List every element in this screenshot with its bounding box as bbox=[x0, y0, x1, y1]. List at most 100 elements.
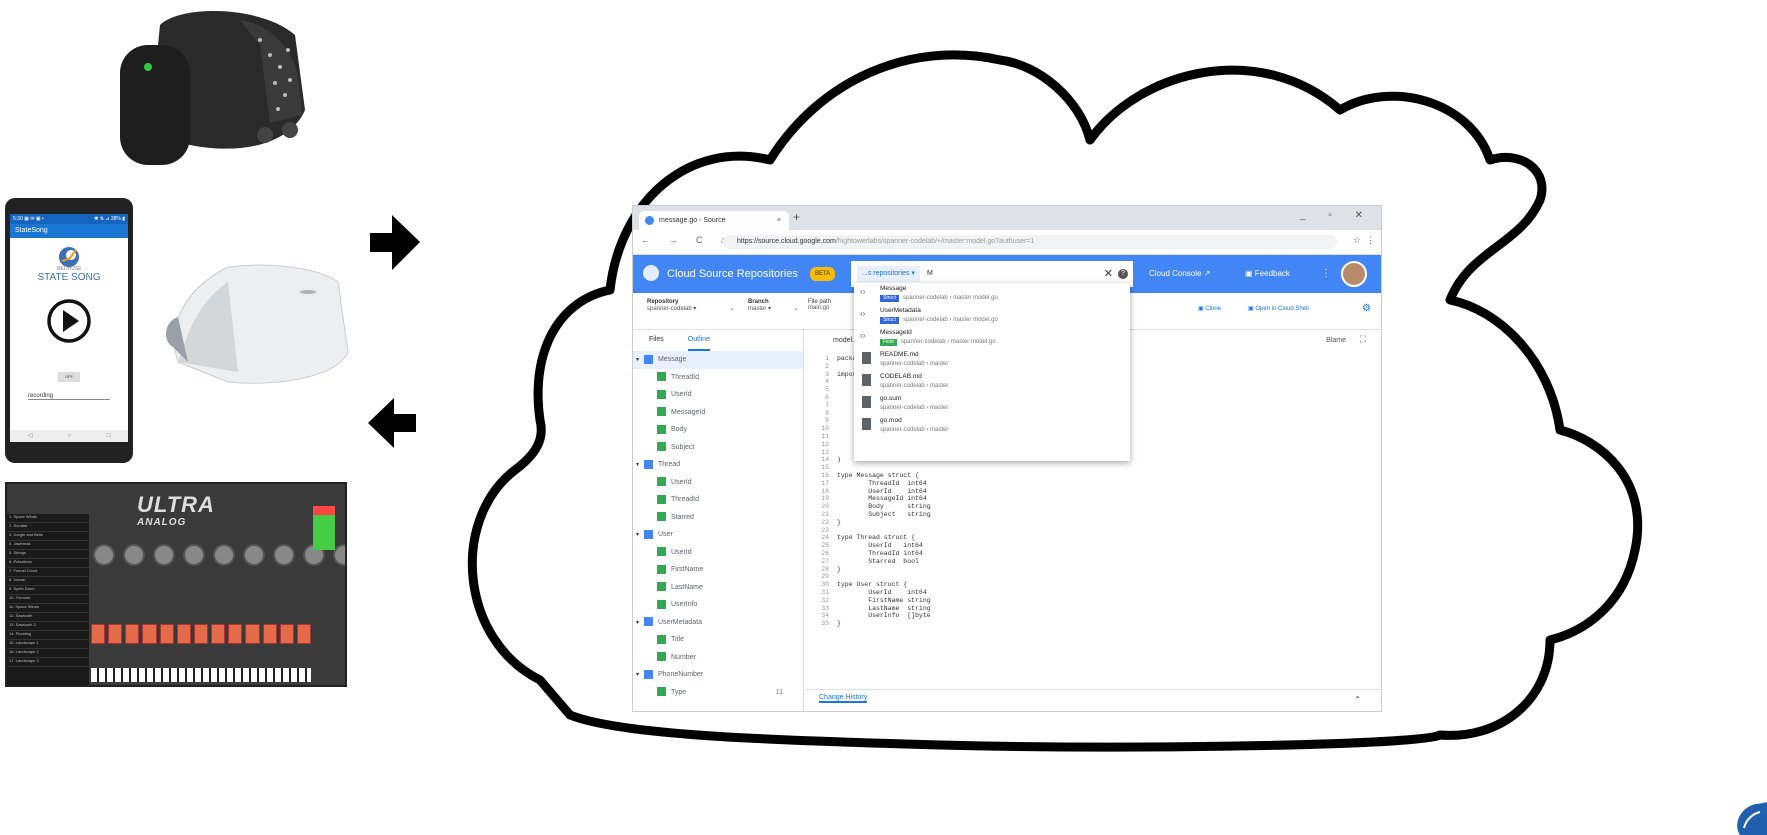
help-icon[interactable]: ? bbox=[1118, 269, 1128, 279]
step-buttons[interactable] bbox=[91, 624, 312, 644]
suggestion-item[interactable]: ‹› MessageId Field spanner-codelab › master… bbox=[854, 327, 1130, 349]
off-button[interactable]: OFF bbox=[58, 372, 80, 382]
outline-item[interactable]: FirstName bbox=[633, 561, 803, 579]
address-bar: ← → C ⌂ https://source.cloud.google.com/… bbox=[633, 230, 1381, 255]
line-number: 20 bbox=[821, 503, 829, 511]
suggestion-item[interactable]: README.md spanner-codelab › master bbox=[854, 349, 1130, 371]
tab-files[interactable]: Files bbox=[649, 329, 664, 351]
more-options-icon[interactable]: ⋮ bbox=[1321, 265, 1331, 283]
outline-item[interactable]: UserId bbox=[633, 386, 803, 404]
clone-button[interactable]: ▣ Clone bbox=[1198, 305, 1221, 312]
tab-outline[interactable]: Outline bbox=[687, 329, 710, 351]
suggestion-item[interactable]: go.mod spanner-codelab › master bbox=[854, 415, 1130, 437]
chevron-down-icon[interactable]: ▾ bbox=[636, 527, 644, 545]
outline-item[interactable]: Title bbox=[633, 631, 803, 649]
preset-item[interactable]: 3. Jungle and Bells bbox=[7, 532, 89, 541]
repository-selector[interactable]: Repository spanner-codelab ▾ bbox=[647, 299, 696, 312]
outline-item[interactable]: UserId bbox=[633, 474, 803, 492]
preset-item[interactable]: 12. Sawtooth bbox=[7, 613, 89, 622]
outline-item[interactable]: Starred bbox=[633, 509, 803, 527]
preset-item[interactable]: 9. Synth Drum bbox=[7, 586, 89, 595]
feedback-button[interactable]: ▣ Feedback bbox=[1245, 265, 1290, 283]
file-path[interactable]: File path main.go bbox=[808, 299, 831, 311]
outline-item[interactable]: Number bbox=[633, 649, 803, 667]
gear-icon[interactable]: ⚙ bbox=[1362, 303, 1371, 314]
browser-menu-icon[interactable]: ⋮ bbox=[1366, 235, 1375, 246]
field-icon bbox=[657, 407, 666, 417]
outline-item[interactable]: UserId bbox=[633, 544, 803, 562]
preset-item[interactable]: 15. Landscape 1 bbox=[7, 640, 89, 649]
change-history-tab[interactable]: Change History bbox=[819, 694, 868, 703]
outline-item[interactable]: ▾ UserMetadata bbox=[633, 614, 803, 632]
outline-item[interactable]: ThreadId bbox=[633, 369, 803, 387]
preset-item[interactable]: 10. Tremolo bbox=[7, 595, 89, 604]
blame-button[interactable]: Blame bbox=[1326, 337, 1346, 344]
window-controls[interactable]: _ ▫ ✕ bbox=[1300, 210, 1373, 221]
preset-item[interactable]: 5. Strings bbox=[7, 550, 89, 559]
preset-item[interactable]: 1. Space Winds bbox=[7, 514, 89, 523]
line-number: 12 bbox=[821, 440, 829, 448]
recents-icon[interactable]: □ bbox=[107, 430, 111, 442]
url-field[interactable]: https://source.cloud.google.com/hightowe… bbox=[723, 235, 1337, 249]
chevron-down-icon[interactable]: ▾ bbox=[636, 352, 644, 370]
preset-item[interactable]: 13. Sawtooth 2 bbox=[7, 622, 89, 631]
code-text: FirstName string bbox=[837, 596, 931, 604]
preset-item[interactable]: 14. Plodding bbox=[7, 631, 89, 640]
outline-item[interactable]: ThreadId bbox=[633, 491, 803, 509]
search-scope-dropdown[interactable]: ...s repositories ▾ bbox=[857, 266, 920, 282]
preset-item[interactable]: 7. Funnel Cloud bbox=[7, 568, 89, 577]
suggestion-item[interactable]: go.sum spanner-codelab › master bbox=[854, 393, 1130, 415]
outline-item[interactable]: ▾ User bbox=[633, 526, 803, 544]
line-number: 15 bbox=[821, 464, 829, 472]
preset-item[interactable]: 6. Pulsations bbox=[7, 559, 89, 568]
preset-item[interactable]: 17. Landscape 3 bbox=[7, 658, 89, 667]
outline-item[interactable]: MessageId bbox=[633, 404, 803, 422]
fullscreen-icon[interactable]: ⛶ bbox=[1360, 335, 1366, 345]
preset-item[interactable]: 8. Vulcan bbox=[7, 577, 89, 586]
outline-item-label: Number bbox=[671, 653, 696, 661]
branch-selector[interactable]: Branch master ▾ bbox=[748, 299, 771, 312]
outline-item[interactable]: Subject bbox=[633, 439, 803, 457]
suggestion-item[interactable]: CODELAB.md spanner-codelab › master bbox=[854, 371, 1130, 393]
chevron-down-icon[interactable]: ▾ bbox=[636, 615, 644, 633]
outline-item[interactable]: LastName bbox=[633, 579, 803, 597]
open-cloud-shell-button[interactable]: ▣ Open in Cloud Shell bbox=[1248, 305, 1309, 312]
struct-icon bbox=[644, 529, 653, 539]
level-meter bbox=[313, 506, 335, 550]
outline-item[interactable]: ▾ Thread bbox=[633, 456, 803, 474]
suggestion-subtitle: spanner-codelab › master bbox=[880, 383, 948, 389]
outline-item[interactable]: ▾ Message bbox=[633, 351, 803, 369]
suggestion-item[interactable]: ‹› Message Struct spanner-codelab › master … bbox=[854, 283, 1130, 305]
expand-icon[interactable]: ⌃ bbox=[1354, 695, 1361, 704]
back-icon[interactable]: ◁ bbox=[28, 430, 33, 442]
line-number: 18 bbox=[821, 487, 829, 495]
chevron-down-icon[interactable]: ▾ bbox=[636, 457, 644, 475]
outline-item[interactable]: Body bbox=[633, 421, 803, 439]
app-name[interactable]: Cloud Source Repositories bbox=[667, 265, 798, 283]
recording-field[interactable]: recording bbox=[28, 393, 110, 400]
home-icon[interactable]: ○ bbox=[68, 430, 72, 442]
preset-item[interactable]: 2. Sonatta bbox=[7, 523, 89, 532]
preset-item[interactable]: 11. Space Winds bbox=[7, 604, 89, 613]
line-number: 7 bbox=[825, 401, 829, 409]
piano-keyboard[interactable] bbox=[91, 668, 311, 682]
synth-knobs[interactable] bbox=[93, 544, 345, 566]
code-line: 24 type Thread struct { bbox=[815, 534, 931, 542]
new-tab-button[interactable]: + bbox=[793, 210, 800, 224]
suggestion-item[interactable]: ‹› UserMetadata Struct spanner-codelab › ma… bbox=[854, 305, 1130, 327]
play-button-icon[interactable] bbox=[46, 298, 92, 344]
nav-buttons[interactable]: ← → C ⌂ bbox=[641, 235, 734, 245]
outline-item[interactable]: UserInfo bbox=[633, 596, 803, 614]
bookmark-star-icon[interactable]: ☆ bbox=[1353, 235, 1361, 246]
outline-item[interactable]: ▾ PhoneNumber bbox=[633, 666, 803, 684]
line-number: 19 bbox=[821, 495, 829, 503]
cloud-console-link[interactable]: Cloud Console ↗ bbox=[1149, 265, 1210, 283]
code-line: 21 Subject string bbox=[815, 511, 930, 519]
chevron-down-icon[interactable]: ▾ bbox=[636, 667, 644, 685]
preset-item[interactable]: 16. Landscape 2 bbox=[7, 649, 89, 658]
avatar[interactable] bbox=[1341, 261, 1367, 287]
outline-item[interactable]: Type 11 bbox=[633, 684, 803, 702]
browser-tab[interactable]: message.go - Source × bbox=[639, 211, 789, 230]
close-tab-icon[interactable]: × bbox=[777, 211, 781, 230]
preset-item[interactable]: 4. Jawbreak bbox=[7, 541, 89, 550]
